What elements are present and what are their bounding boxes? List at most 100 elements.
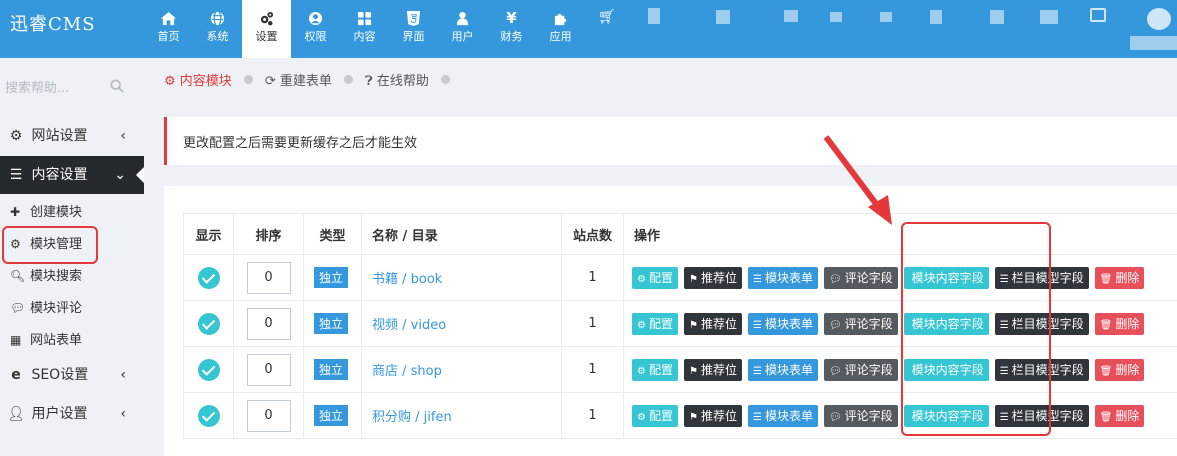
submenu-label: 模块搜索 — [30, 269, 82, 284]
list-icon: ☰ — [753, 274, 762, 285]
nav-label: 设置 — [256, 30, 278, 43]
action-button[interactable]: ☰模块表单 — [748, 313, 818, 335]
action-button[interactable]: 🗑︎删除 — [1095, 313, 1145, 335]
gear-icon: ⚙ — [637, 274, 646, 285]
submenu-label: 网站表单 — [30, 333, 82, 348]
module-name-link[interactable]: 商店 / shop — [362, 347, 562, 393]
col-sites: 站点数 — [562, 214, 624, 255]
action-label: 评论字段 — [845, 409, 893, 423]
crumb-label: 重建表单 — [280, 74, 332, 89]
gear-icon: ⚙ — [637, 366, 646, 377]
action-label: 模块表单 — [765, 271, 813, 285]
crumb-online-help[interactable]: ❓︎ 在线帮助 — [365, 70, 429, 89]
menu-seo-settings[interactable]: e SEO设置‹ — [0, 356, 144, 394]
search-icon[interactable] — [110, 79, 124, 93]
menu-label: SEO设置 — [31, 367, 88, 383]
action-label: 模块表单 — [765, 409, 813, 423]
globe-icon — [193, 8, 242, 28]
action-button[interactable]: ⚑推荐位 — [684, 405, 742, 427]
nav-label: 界面 — [403, 30, 425, 43]
trash-icon: 🗑︎ — [1100, 320, 1113, 331]
nav-system[interactable]: 系统 — [193, 0, 242, 58]
action-button[interactable]: 🗑︎删除 — [1095, 359, 1145, 381]
flag-icon: ⚑ — [689, 412, 698, 423]
action-button[interactable]: 🗑︎删除 — [1095, 405, 1145, 427]
module-name-link[interactable]: 书籍 / book — [362, 255, 562, 301]
avatar[interactable] — [1147, 8, 1171, 30]
user-icon: 👤︎ — [5, 395, 27, 433]
submenu-module-comments[interactable]: 💬︎模块评论 — [0, 292, 144, 324]
action-button[interactable]: 💬︎评论字段 — [824, 405, 898, 427]
nav-content[interactable]: 内容 — [340, 0, 389, 58]
flag-icon: ⚑ — [689, 320, 698, 331]
order-input[interactable]: 0 — [247, 308, 291, 340]
action-button[interactable]: ⚑推荐位 — [684, 267, 742, 289]
action-button[interactable]: ⚙配置 — [632, 267, 678, 289]
action-button[interactable]: ☰模块表单 — [748, 267, 818, 289]
flag-icon: ⚑ — [689, 366, 698, 377]
module-name-link[interactable]: 视频 / video — [362, 301, 562, 347]
nav-interface[interactable]: 界面 — [389, 0, 438, 58]
action-button[interactable]: ☰模块表单 — [748, 405, 818, 427]
submenu-module-search[interactable]: 🔍︎模块搜索 — [0, 260, 144, 292]
crumb-content-module[interactable]: ⚙ 内容模块 — [164, 70, 232, 89]
action-button[interactable]: 🗑︎删除 — [1095, 267, 1145, 289]
brand-logo[interactable]: 迅睿CMS — [10, 10, 96, 36]
module-name-link[interactable]: 积分购 / jifen — [362, 393, 562, 439]
nav-label: 用户 — [452, 30, 474, 43]
crumb-rebuild-form[interactable]: ⟳ 重建表单 — [265, 70, 332, 89]
chevron-left-icon: ‹ — [120, 395, 126, 433]
comments-icon: 💬︎ — [10, 292, 30, 324]
nav-permission[interactable]: 权限 — [291, 0, 340, 58]
order-input[interactable]: 0 — [247, 400, 291, 432]
check-circle-icon[interactable] — [198, 313, 220, 335]
nav-home[interactable]: 首页 — [144, 0, 193, 58]
window-icon[interactable] — [1090, 8, 1106, 22]
ie-icon: e — [5, 356, 27, 394]
check-circle-icon[interactable] — [198, 359, 220, 381]
menu-site-settings[interactable]: ⚙ 网站设置‹ — [0, 117, 144, 155]
action-button[interactable]: ☰模块表单 — [748, 359, 818, 381]
nav-users[interactable]: 用户 — [438, 0, 487, 58]
menu-content-settings[interactable]: ☰ 内容设置⌄ — [0, 156, 144, 194]
list-icon: ☰ — [753, 366, 762, 377]
search-help-input[interactable]: 搜索帮助... — [0, 72, 134, 102]
action-button[interactable]: ⚑推荐位 — [684, 313, 742, 335]
breadcrumb: ⚙ 内容模块 ⟳ 重建表单 ❓︎ 在线帮助 — [164, 70, 462, 89]
submenu-create-module[interactable]: ✚创建模块 — [0, 196, 144, 228]
menu-user-settings[interactable]: 👤︎ 用户设置‹ — [0, 395, 144, 433]
action-label: 删除 — [1115, 271, 1139, 285]
order-input[interactable]: 0 — [247, 354, 291, 386]
crumb-label: 在线帮助 — [377, 74, 429, 89]
order-input[interactable]: 0 — [247, 262, 291, 294]
flag-icon: ⚑ — [689, 274, 698, 285]
site-count: 1 — [562, 393, 624, 439]
action-button[interactable]: ⚙配置 — [632, 313, 678, 335]
nav-finance[interactable]: ¥财务 — [487, 0, 536, 58]
action-button[interactable]: ⚙配置 — [632, 359, 678, 381]
action-button[interactable]: 💬︎评论字段 — [824, 313, 898, 335]
chevron-left-icon: ‹ — [120, 117, 126, 155]
trash-icon: 🗑︎ — [1100, 274, 1113, 285]
comment-icon: 💬︎ — [829, 412, 842, 423]
action-label: 配置 — [649, 317, 673, 331]
action-button[interactable]: ⚙配置 — [632, 405, 678, 427]
nav-apps[interactable]: 应用 — [536, 0, 585, 58]
action-button[interactable]: 💬︎评论字段 — [824, 267, 898, 289]
nav-label: 应用 — [550, 30, 572, 43]
grid-icon — [340, 8, 389, 28]
check-circle-icon[interactable] — [198, 267, 220, 289]
site-count: 1 — [562, 301, 624, 347]
check-circle-icon[interactable] — [198, 405, 220, 427]
user-circle-icon — [291, 8, 340, 28]
main-nav: 首页 系统 设置 权限 内容 界面 用户 ¥财务 应用 — [144, 0, 585, 58]
comment-icon: 💬︎ — [829, 274, 842, 285]
action-button[interactable]: 💬︎评论字段 — [824, 359, 898, 381]
submenu-site-forms[interactable]: ▦网站表单 — [0, 324, 144, 356]
cart-icon[interactable]: 🛒︎ — [598, 9, 616, 25]
action-button[interactable]: ⚑推荐位 — [684, 359, 742, 381]
col-type: 类型 — [304, 214, 362, 255]
search-icon: 🔍︎ — [10, 260, 30, 292]
nav-settings[interactable]: 设置 — [242, 0, 291, 58]
site-count: 1 — [562, 255, 624, 301]
